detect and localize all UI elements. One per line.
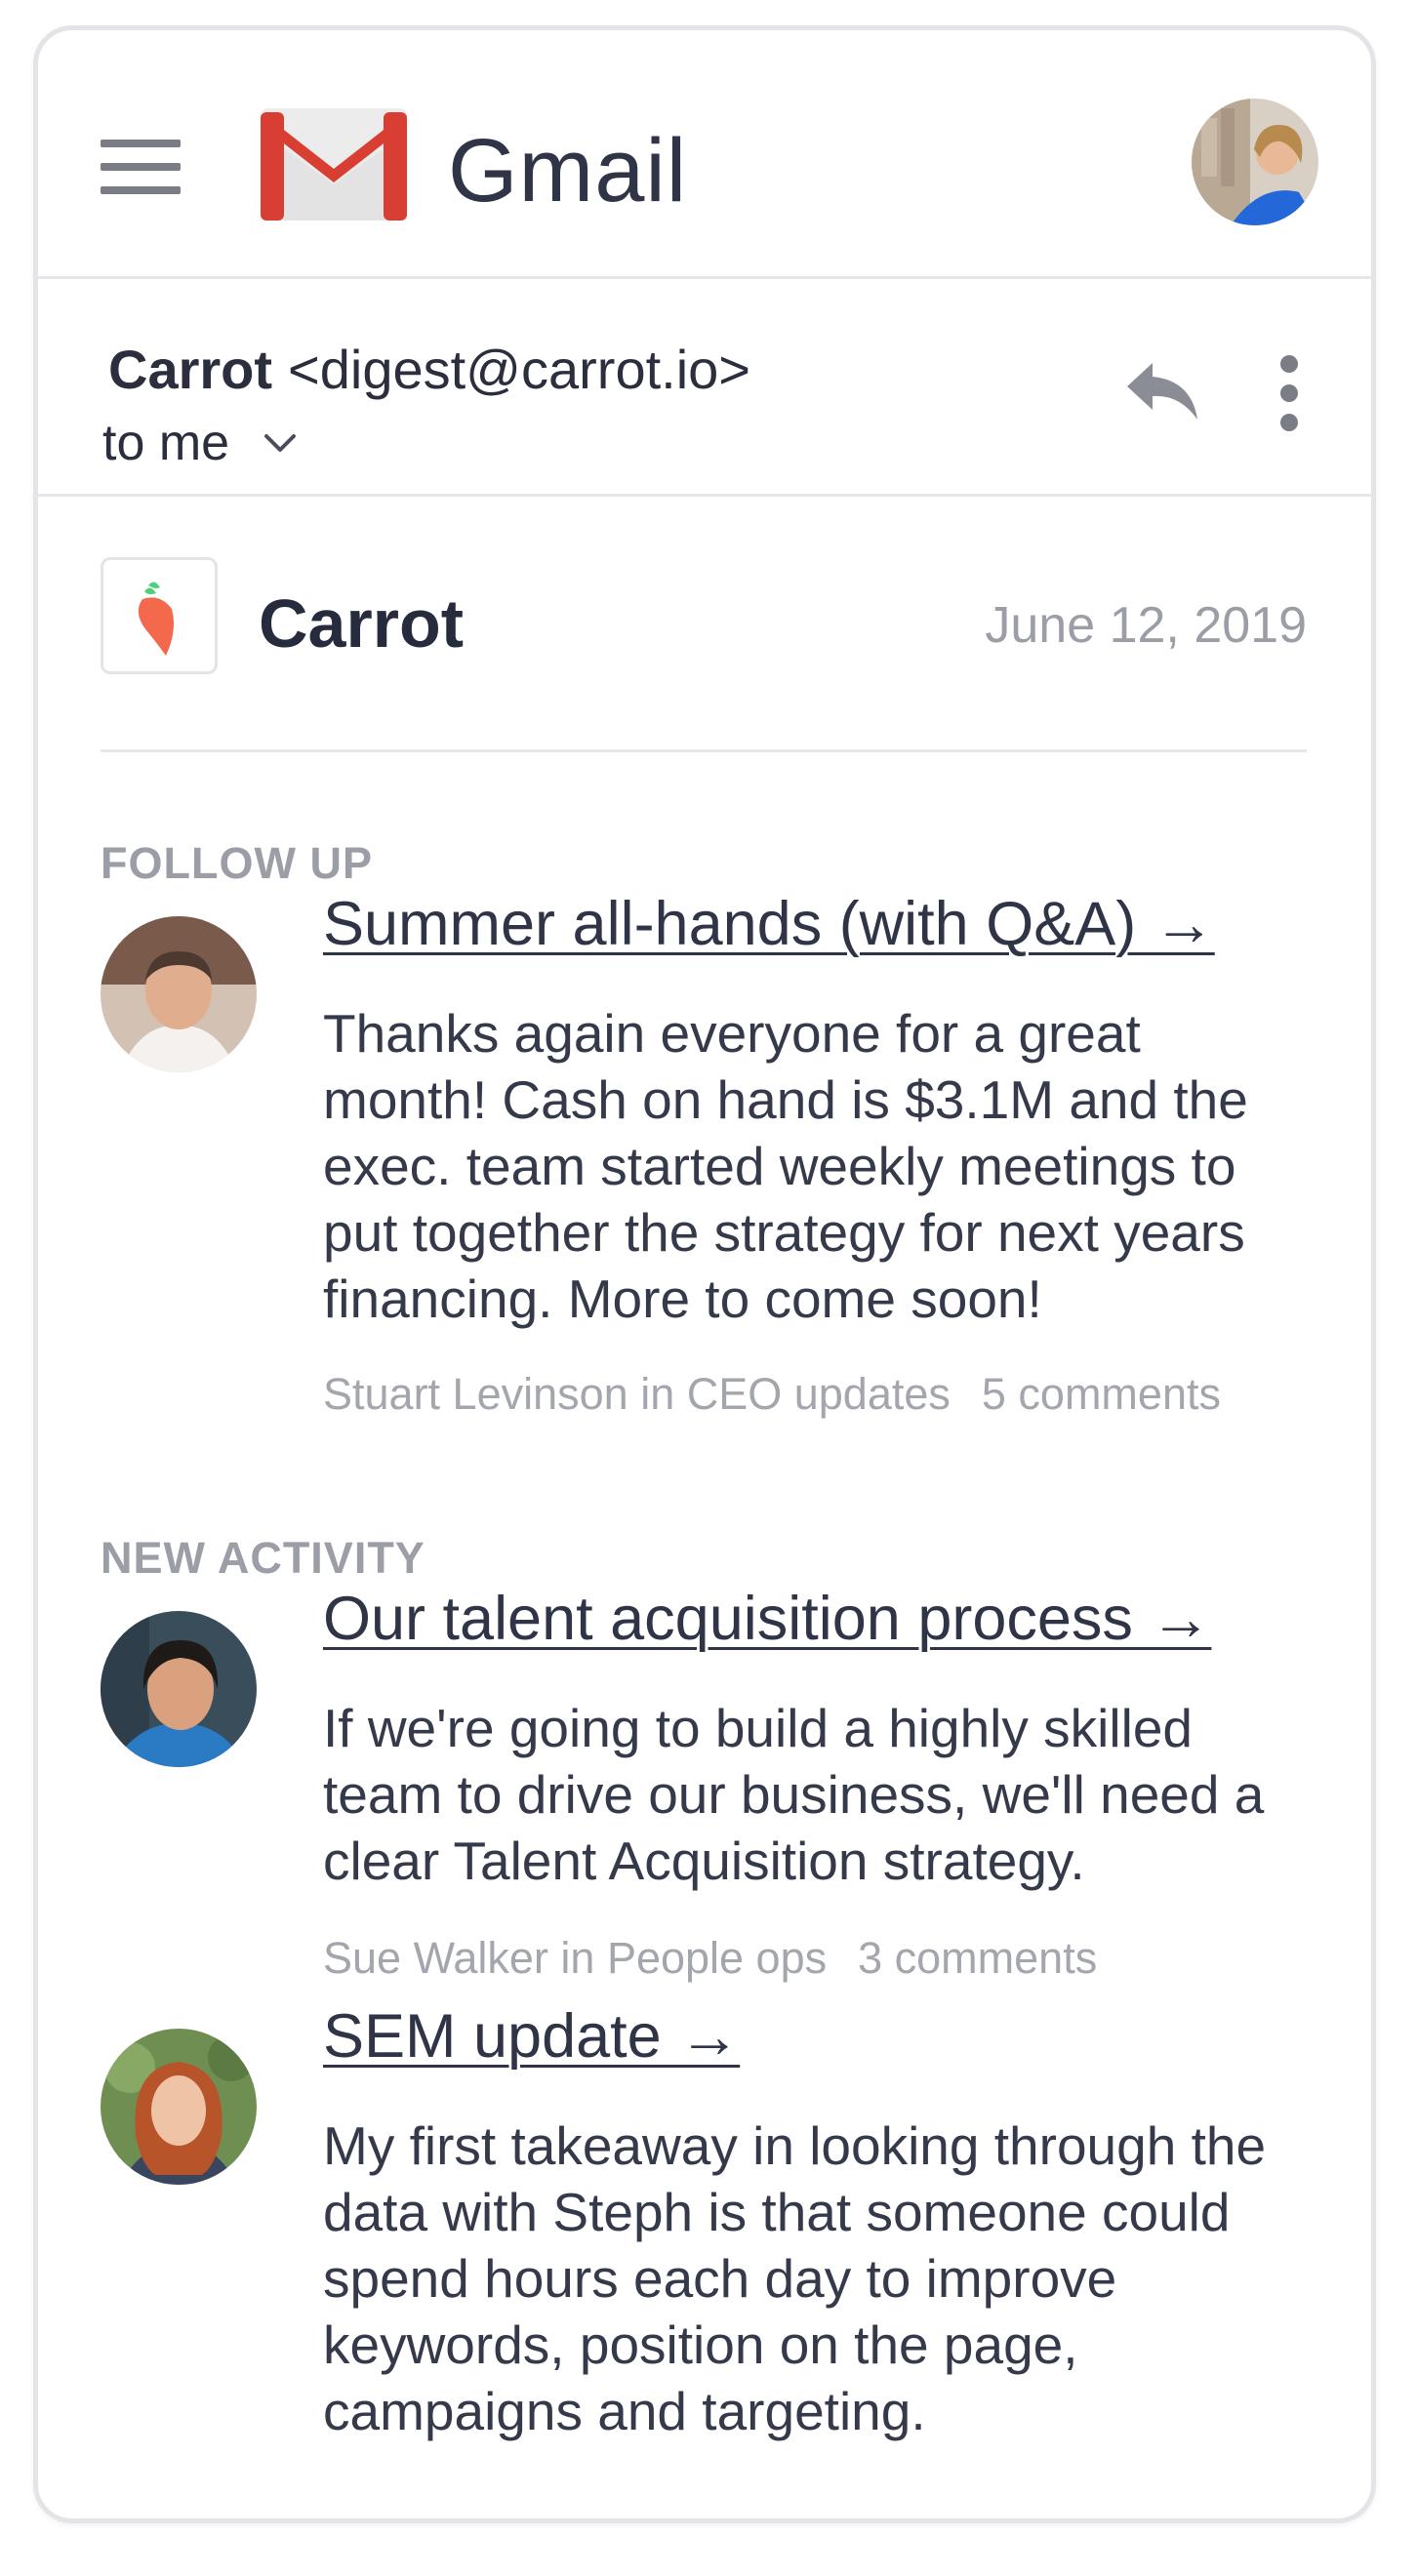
- author-avatar[interactable]: [101, 1611, 257, 1767]
- post-title-link[interactable]: Summer all-hands (with Q&A) →: [323, 889, 1215, 959]
- post-title-link[interactable]: SEM update →: [323, 2001, 740, 2072]
- recipient-label: to me: [102, 415, 230, 471]
- recipient-toggle[interactable]: to me: [102, 414, 300, 472]
- post-comments-link[interactable]: 3 comments: [858, 1933, 1097, 1983]
- post-excerpt: If we're going to build a highly skilled…: [323, 1698, 1265, 1891]
- email-sender-bar: Carrot <digest@carrot.io> to me: [38, 279, 1371, 497]
- post-comments-link[interactable]: 5 comments: [982, 1369, 1221, 1419]
- menu-icon[interactable]: [101, 140, 181, 194]
- post-author-channel: Sue Walker in People ops: [323, 1933, 828, 1983]
- mobile-email-frame: Gmail Carrot <digest@carrot.io> to me Ca…: [33, 25, 1376, 2523]
- post-excerpt: My first takeaway in looking through the…: [323, 2115, 1267, 2441]
- post-meta: Sue Walker in People ops 3 comments: [323, 1933, 1097, 1984]
- sender-line: Carrot <digest@carrot.io>: [108, 338, 750, 401]
- app-header: Gmail: [38, 30, 1371, 279]
- author-avatar[interactable]: [101, 2029, 257, 2185]
- app-title: Gmail: [448, 121, 688, 221]
- gmail-logo-icon: [261, 108, 407, 221]
- carrot-logo: [101, 557, 218, 674]
- reply-icon[interactable]: [1123, 357, 1201, 425]
- chevron-down-icon: [264, 434, 297, 452]
- post-excerpt: Thanks again everyone for a great month!…: [323, 1003, 1248, 1329]
- sender-address: <digest@carrot.io>: [288, 339, 751, 400]
- sender-name: Carrot: [108, 339, 273, 400]
- more-options-icon[interactable]: [1277, 355, 1301, 431]
- post-meta: Stuart Levinson in CEO updates 5 comments: [323, 1369, 1221, 1420]
- digest-brand: Carrot: [259, 585, 465, 662]
- post-author-channel: Stuart Levinson in CEO updates: [323, 1369, 951, 1419]
- carrot-icon: [138, 582, 174, 656]
- divider: [101, 749, 1307, 752]
- digest-date: June 12, 2019: [985, 597, 1307, 654]
- account-avatar[interactable]: [1192, 99, 1318, 225]
- section-label-new-activity: NEW ACTIVITY: [101, 1533, 425, 1583]
- author-avatar[interactable]: [101, 916, 257, 1072]
- post-title-link[interactable]: Our talent acquisition process →: [323, 1584, 1211, 1654]
- section-label-follow-up: FOLLOW UP: [101, 838, 373, 888]
